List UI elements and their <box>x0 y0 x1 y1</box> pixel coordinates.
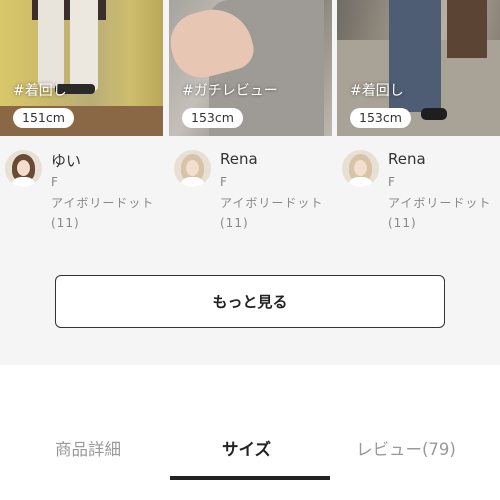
tab-product-details[interactable]: 商品詳細 <box>55 436 121 460</box>
user-item-variant: アイボリードット(11) <box>220 196 324 230</box>
user-name[interactable]: Rena <box>388 150 426 168</box>
post-photo[interactable]: #ガチレビュー 153cm <box>169 0 332 136</box>
photo-chair <box>447 0 487 58</box>
user-gender: F <box>51 175 58 189</box>
photo-pants-left <box>38 0 64 88</box>
reviews-section: #着回し 151cm ゆい F アイボリードット(11) #ガチレビュー 153… <box>0 0 500 365</box>
user-item-variant: アイボリードット(11) <box>51 196 155 230</box>
height-badge: 153cm <box>182 108 243 128</box>
photo-shoes <box>421 108 447 120</box>
post-card[interactable]: #着回し 151cm ゆい F アイボリードット(11) <box>0 0 163 236</box>
post-user-info: ゆい F アイボリードット(11) <box>0 136 163 236</box>
user-gender: F <box>388 175 395 189</box>
user-name[interactable]: ゆい <box>51 150 81 171</box>
show-more-button[interactable]: もっと見る <box>55 275 445 328</box>
avatar[interactable] <box>342 150 379 187</box>
tab-size[interactable]: サイズ <box>222 436 271 460</box>
user-item-variant: アイボリードット(11) <box>388 196 492 230</box>
post-card[interactable]: #ガチレビュー 153cm Rena F アイボリードット(11) <box>169 0 332 236</box>
post-photo[interactable]: #着回し 153cm <box>337 0 500 136</box>
active-tab-indicator <box>170 476 330 480</box>
avatar[interactable] <box>5 150 42 187</box>
tab-reviews[interactable]: レビュー(79) <box>356 436 456 460</box>
user-gender: F <box>220 175 227 189</box>
avatar[interactable] <box>174 150 211 187</box>
height-badge: 151cm <box>13 108 74 128</box>
post-user-info: Rena F アイボリードット(11) <box>337 136 500 236</box>
post-hashtag: #着回し <box>13 83 67 99</box>
product-tabs: 商品詳細 サイズ レビュー(79) <box>0 430 500 470</box>
post-hashtag: #着回し <box>350 83 404 99</box>
post-card[interactable]: #着回し 153cm Rena F アイボリードット(11) <box>337 0 500 236</box>
user-name[interactable]: Rena <box>220 150 258 168</box>
photo-pants-right <box>70 0 98 92</box>
post-hashtag: #ガチレビュー <box>182 83 278 99</box>
post-photo[interactable]: #着回し 151cm <box>0 0 163 136</box>
post-user-info: Rena F アイボリードット(11) <box>169 136 332 236</box>
height-badge: 153cm <box>350 108 411 128</box>
